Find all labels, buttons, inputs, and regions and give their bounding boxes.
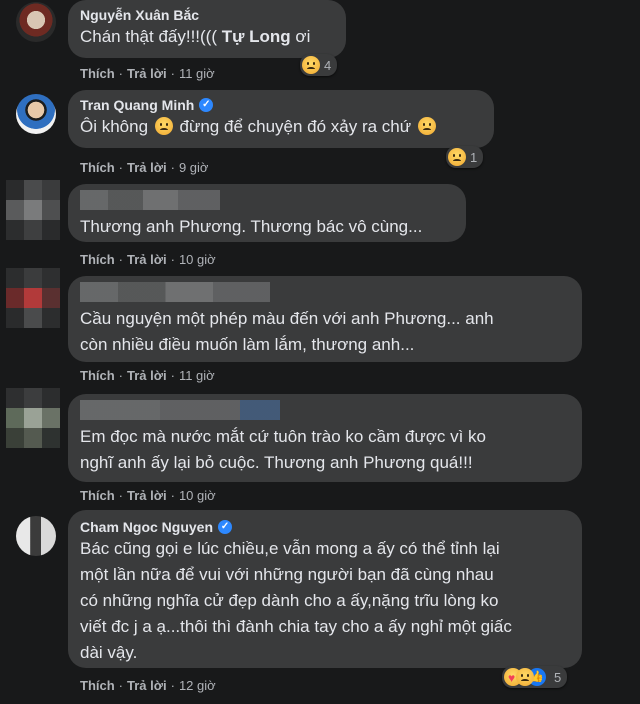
separator: · xyxy=(170,66,175,81)
text-line: viết đc j a ạ...thôi thì đành chia tay c… xyxy=(80,617,512,636)
reaction-count: 5 xyxy=(554,669,562,685)
reply-button[interactable]: Trả lời xyxy=(127,66,167,81)
reply-button[interactable]: Trả lời xyxy=(127,252,167,267)
reply-button[interactable]: Trả lời xyxy=(127,160,167,175)
author-link[interactable]: Cham Ngoc Nguyen xyxy=(80,518,213,536)
author-link[interactable]: Tran Quang Minh xyxy=(80,96,194,114)
blurred-avatar xyxy=(6,388,60,450)
reply-button[interactable]: Trả lời xyxy=(127,368,167,383)
sad-reaction-icon xyxy=(302,56,320,74)
reaction-summary[interactable]: 4 xyxy=(300,54,338,76)
like-button[interactable]: Thích xyxy=(80,66,115,81)
timestamp[interactable]: 11 giờ xyxy=(179,368,215,383)
sad-emoji-icon xyxy=(417,117,436,135)
reply-button[interactable]: Trả lời xyxy=(127,488,167,503)
avatar[interactable] xyxy=(16,94,56,134)
comment-actions: Thích · Trả lời · 11 giờ xyxy=(80,368,215,383)
text-line: còn nhiều điều muốn làm lắm, thương anh.… xyxy=(80,335,415,354)
comment-text: Thương anh Phương. Thương bác vô cùng... xyxy=(80,217,423,236)
text-line: Bác cũng gọi e lúc chiều,e vẫn mong a ấy… xyxy=(80,539,500,558)
verified-badge-icon: ✓ xyxy=(199,98,214,112)
text-line: nghĩ anh ấy lại bỏ cuộc. Thương anh Phươ… xyxy=(80,453,473,472)
separator: · xyxy=(118,66,124,81)
avatar[interactable] xyxy=(16,516,56,556)
separator: · xyxy=(170,160,175,175)
sad-emoji-icon xyxy=(154,117,173,135)
author-link[interactable]: Nguyễn Xuân Bắc xyxy=(80,6,199,24)
blurred-avatar xyxy=(6,180,60,242)
comment-text: Chán thật đấy!!!((( Tự Long ơi xyxy=(80,24,334,50)
avatar[interactable] xyxy=(16,2,56,42)
reaction-icons: 👍 xyxy=(504,668,546,686)
text-line: dài vậy. xyxy=(80,643,138,662)
mention-link[interactable]: Tự Long xyxy=(222,27,291,46)
text-line: Cầu nguyện một phép màu đến với anh Phươ… xyxy=(80,309,494,328)
author-name[interactable]: Tran Quang Minh ✓ xyxy=(80,96,482,114)
separator: · xyxy=(170,252,175,267)
timestamp[interactable]: 11 giờ xyxy=(179,66,215,81)
comment-actions: Thích · Trả lời · 10 giờ xyxy=(80,488,216,503)
comment-actions: Thích · Trả lời · 9 giờ xyxy=(80,160,208,175)
comment-text: Cầu nguyện một phép màu đến với anh Phươ… xyxy=(80,306,570,358)
text-part: đừng để chuyện đó xảy ra chứ xyxy=(179,117,412,136)
comment-bubble: Cham Ngoc Nguyen ✓ Bác cũng gọi e lúc chi… xyxy=(68,510,582,668)
text-part: Chán thật đấy!!!((( xyxy=(80,27,222,46)
reaction-summary[interactable]: 1 xyxy=(446,146,484,168)
blurred-avatar xyxy=(6,268,60,330)
like-button[interactable]: Thích xyxy=(80,488,115,503)
comment-text: Ôi không đừng để chuyện đó xảy ra chứ xyxy=(80,114,482,140)
separator: · xyxy=(118,252,124,267)
comment-bubble: Thương anh Phương. Thương bác vô cùng... xyxy=(68,184,466,242)
comment-bubble: Nguyễn Xuân Bắc Chán thật đấy!!!((( Tự L… xyxy=(68,0,346,58)
comment-actions: Thích · Trả lời · 11 giờ xyxy=(80,66,215,81)
comment-text: Em đọc mà nước mắt cứ tuôn trào ko cầm đ… xyxy=(80,424,570,476)
sad-reaction-icon xyxy=(516,668,534,686)
sad-reaction-icon xyxy=(448,148,466,166)
comment-actions: Thích · Trả lời · 12 giờ xyxy=(80,678,216,693)
separator: · xyxy=(170,678,175,693)
text-line: có những nghĩa cử đẹp dành cho a ấy,nặng… xyxy=(80,591,499,610)
blurred-author-name xyxy=(80,190,220,210)
like-button[interactable]: Thích xyxy=(80,160,115,175)
timestamp[interactable]: 10 giờ xyxy=(179,488,216,503)
text-part: ơi xyxy=(290,27,311,46)
like-button[interactable]: Thích xyxy=(80,252,115,267)
comment-bubble: Tran Quang Minh ✓ Ôi không đừng để chuyện… xyxy=(68,90,494,148)
separator: · xyxy=(118,368,124,383)
like-button[interactable]: Thích xyxy=(80,678,115,693)
author-name[interactable]: Cham Ngoc Nguyen ✓ xyxy=(80,518,570,536)
timestamp[interactable]: 10 giờ xyxy=(179,252,216,267)
text-part: Ôi không xyxy=(80,117,149,136)
separator: · xyxy=(170,368,175,383)
blurred-author-name xyxy=(80,400,280,420)
separator: · xyxy=(118,488,124,503)
comment-bubble: Em đọc mà nước mắt cứ tuôn trào ko cầm đ… xyxy=(68,394,582,482)
reaction-count: 4 xyxy=(324,57,332,73)
separator: · xyxy=(170,488,175,503)
comment-actions: Thích · Trả lời · 10 giờ xyxy=(80,252,216,267)
separator: · xyxy=(118,678,124,693)
like-button[interactable]: Thích xyxy=(80,368,115,383)
text-line: một lần nữa để vui với những người bạn đ… xyxy=(80,565,494,584)
text-line: Em đọc mà nước mắt cứ tuôn trào ko cầm đ… xyxy=(80,427,487,446)
author-name[interactable]: Nguyễn Xuân Bắc xyxy=(80,6,334,24)
reaction-summary[interactable]: 👍 5 xyxy=(502,666,568,688)
verified-badge-icon: ✓ xyxy=(218,520,233,534)
comment-bubble: Cầu nguyện một phép màu đến với anh Phươ… xyxy=(68,276,582,362)
blurred-author-name xyxy=(80,282,270,302)
reaction-count: 1 xyxy=(470,149,478,165)
comment-text: Bác cũng gọi e lúc chiều,e vẫn mong a ấy… xyxy=(80,536,570,666)
timestamp[interactable]: 9 giờ xyxy=(179,160,209,175)
timestamp[interactable]: 12 giờ xyxy=(179,678,216,693)
reply-button[interactable]: Trả lời xyxy=(127,678,167,693)
separator: · xyxy=(118,160,124,175)
